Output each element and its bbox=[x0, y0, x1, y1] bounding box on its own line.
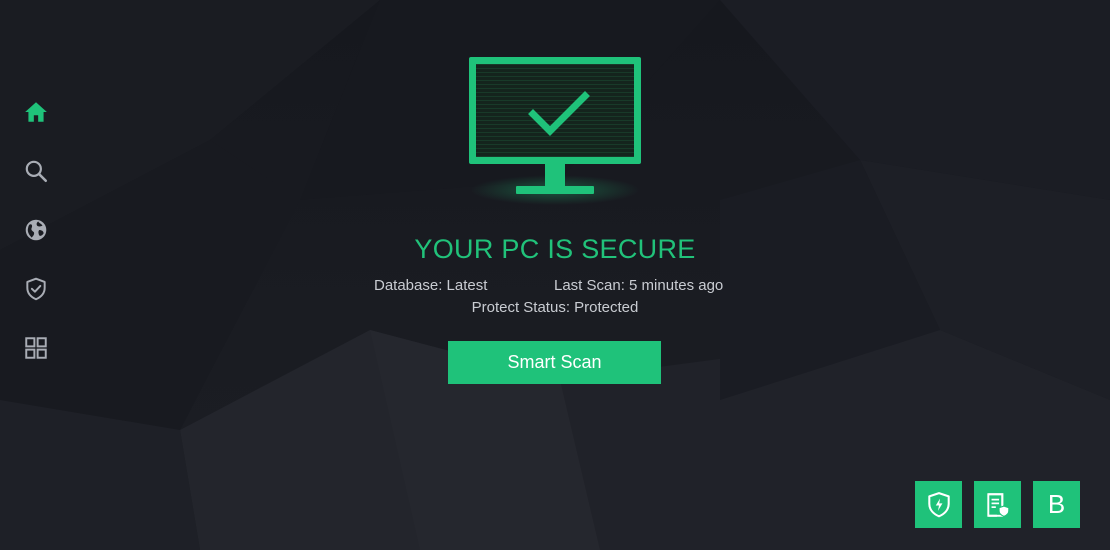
nav-scan[interactable] bbox=[14, 149, 58, 193]
status-title: YOUR PC IS SECURE bbox=[414, 234, 696, 264]
nav-home[interactable] bbox=[14, 90, 58, 134]
smart-scan-button[interactable]: Smart Scan bbox=[448, 341, 661, 384]
protect-status: Protect Status: Protected bbox=[471, 299, 639, 316]
dock-report-button[interactable] bbox=[974, 481, 1021, 528]
last-scan-status: Last Scan: 5 minutes ago bbox=[554, 277, 724, 294]
monitor-check-icon bbox=[469, 57, 641, 194]
home-icon bbox=[25, 102, 47, 122]
app-window: YOUR PC IS SECURE Database: Latest Last … bbox=[0, 0, 1110, 550]
document-shield-icon bbox=[986, 492, 1009, 517]
dock-shield-button[interactable] bbox=[915, 481, 962, 528]
search-icon bbox=[25, 160, 48, 183]
b-letter-icon: B bbox=[1047, 489, 1066, 519]
nav-tools[interactable] bbox=[14, 326, 58, 370]
database-status: Database: Latest bbox=[374, 277, 488, 294]
shield-bolt-icon bbox=[927, 491, 950, 517]
dock-b-button[interactable]: B bbox=[1033, 481, 1080, 528]
grid-icon bbox=[25, 337, 47, 359]
